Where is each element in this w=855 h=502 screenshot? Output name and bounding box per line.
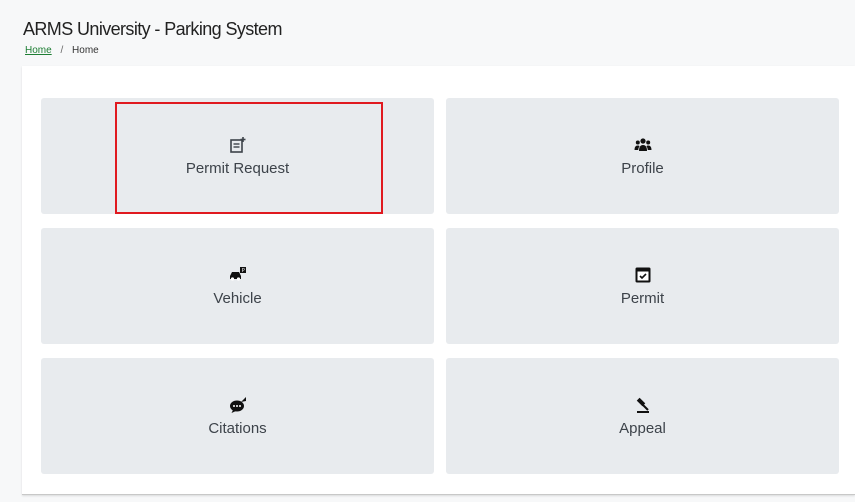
gavel-icon	[634, 396, 652, 414]
svg-text:P: P	[241, 268, 244, 274]
permit-tile[interactable]: Permit	[446, 228, 839, 344]
citations-tile[interactable]: Citations	[41, 358, 434, 474]
breadcrumb-current: Home	[72, 45, 99, 56]
app-title: ARMS University - Parking System	[23, 19, 282, 39]
profile-label: Profile	[621, 159, 664, 177]
breadcrumb: Home / Home	[25, 45, 99, 56]
breadcrumb-home-link[interactable]: Home	[25, 45, 52, 56]
permit-request-label: Permit Request	[185, 159, 290, 177]
profile-tile[interactable]: Profile	[446, 98, 839, 214]
appeal-label: Appeal	[619, 419, 666, 437]
vehicle-label: Vehicle	[213, 289, 262, 307]
users-icon	[634, 136, 652, 154]
citation-icon	[229, 396, 247, 414]
permit-request-tile[interactable]: Permit Request	[41, 98, 434, 214]
vehicle-tile[interactable]: P Vehicle	[41, 228, 434, 344]
permit-label: Permit	[620, 289, 665, 307]
citations-label: Citations	[208, 419, 267, 437]
appeal-tile[interactable]: Appeal	[446, 358, 839, 474]
permit-request-icon	[229, 136, 247, 154]
calendar-check-icon	[634, 266, 652, 284]
breadcrumb-separator: /	[60, 45, 64, 56]
car-parking-icon: P	[229, 266, 247, 284]
